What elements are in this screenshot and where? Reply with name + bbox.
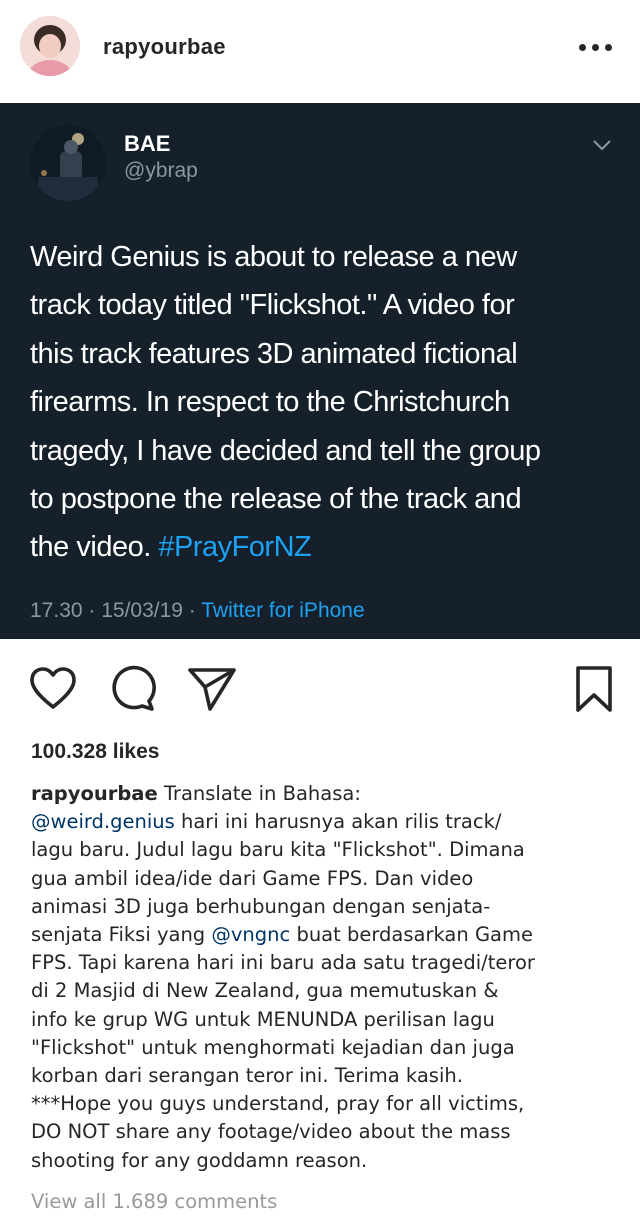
- tweet-line: track today titled "Flickshot." A video …: [30, 289, 515, 322]
- tweet-text: Weird Genius is about to release a new t…: [30, 233, 620, 572]
- caption-line: korban dari serangan teror ini. Terima k…: [31, 1064, 463, 1088]
- tweet-meta: 17.30 · 15/03/19 · Twitter for iPhone: [30, 599, 365, 623]
- caption-line: info ke grup WG untuk MENUNDA perilisan …: [31, 1007, 495, 1031]
- caption-line: animasi 3D juga berhubungan dengan senja…: [31, 894, 491, 918]
- tweet-source: Twitter for iPhone: [201, 599, 365, 622]
- caption-text: senjata Fiksi yang: [31, 923, 212, 947]
- bookmark-icon[interactable]: [574, 665, 614, 715]
- caption-text: buat berdasarkan Game: [290, 923, 533, 947]
- tweet-line: this track features 3D animated fictiona…: [30, 337, 518, 370]
- tweet-timestamp: 17.30 · 15/03/19 ·: [30, 599, 202, 622]
- tweet-line: firearms. In respect to the Christchurch: [30, 386, 510, 419]
- like-count[interactable]: 100.328 likes: [31, 740, 159, 764]
- mention-link[interactable]: @vngnc: [211, 923, 290, 946]
- caption-line: FPS. Tapi karena hari ini baru ada satu …: [31, 951, 535, 975]
- caption-line: DO NOT share any footage/video about the…: [31, 1120, 511, 1144]
- heart-icon[interactable]: [28, 665, 78, 711]
- tweet-author-name: BAE: [124, 131, 171, 156]
- tweet-hashtag: #PrayForNZ: [158, 531, 312, 564]
- more-icon[interactable]: [579, 44, 613, 54]
- post-image[interactable]: BAE @ybrap Weird Genius is about to rele…: [0, 103, 640, 639]
- tweet-last-text: the video.: [30, 531, 151, 564]
- tweet-author-handle: @ybrap: [124, 159, 198, 182]
- caption-author[interactable]: rapyourbae: [31, 782, 158, 805]
- caption-line: di 2 Masjid di New Zealand, gua memutusk…: [31, 979, 499, 1003]
- view-comments-link[interactable]: View all 1.689 comments: [31, 1190, 277, 1213]
- caption-line: gua ambil idea/ide dari Game FPS. Dan vi…: [31, 866, 474, 890]
- post-header: rapyourbae: [0, 0, 640, 103]
- tweet-line: tragedy, I have decided and tell the gro…: [30, 434, 541, 467]
- caption-line: ***Hope you guys understand, pray for al…: [31, 1092, 525, 1116]
- comment-icon[interactable]: [108, 665, 158, 713]
- caption-line: rapyourbae Translate in Bahasa:: [31, 780, 631, 808]
- mention-link[interactable]: @weird.genius: [31, 810, 175, 833]
- post-caption: rapyourbae Translate in Bahasa: @weird.g…: [31, 780, 631, 1175]
- tweet-line: to postpone the release of the track and: [30, 483, 522, 516]
- caption-line: "Flickshot" untuk menghormati kejadian d…: [31, 1035, 515, 1059]
- tweet-line-last: the video. #PrayForNZ: [30, 523, 620, 571]
- post-username[interactable]: rapyourbae: [103, 34, 226, 60]
- tweet-line: Weird Genius is about to release a new: [30, 241, 517, 273]
- caption-line: @weird.genius hari ini harusnya akan ril…: [31, 808, 631, 836]
- caption-text: hari ini harusnya akan rilis track/: [174, 810, 502, 834]
- chevron-down-icon: [593, 140, 611, 151]
- avatar[interactable]: [20, 16, 80, 76]
- tweet-avatar: [30, 125, 106, 201]
- caption-line: lagu baru. Judul lagu baru kita "Flicksh…: [31, 838, 525, 862]
- caption-line: senjata Fiksi yang @vngnc buat berdasark…: [31, 921, 631, 949]
- action-bar: [0, 639, 640, 739]
- send-icon[interactable]: [186, 665, 238, 713]
- caption-intro: Translate in Bahasa:: [157, 782, 361, 805]
- caption-line: shooting for any goddamn reason.: [31, 1148, 368, 1172]
